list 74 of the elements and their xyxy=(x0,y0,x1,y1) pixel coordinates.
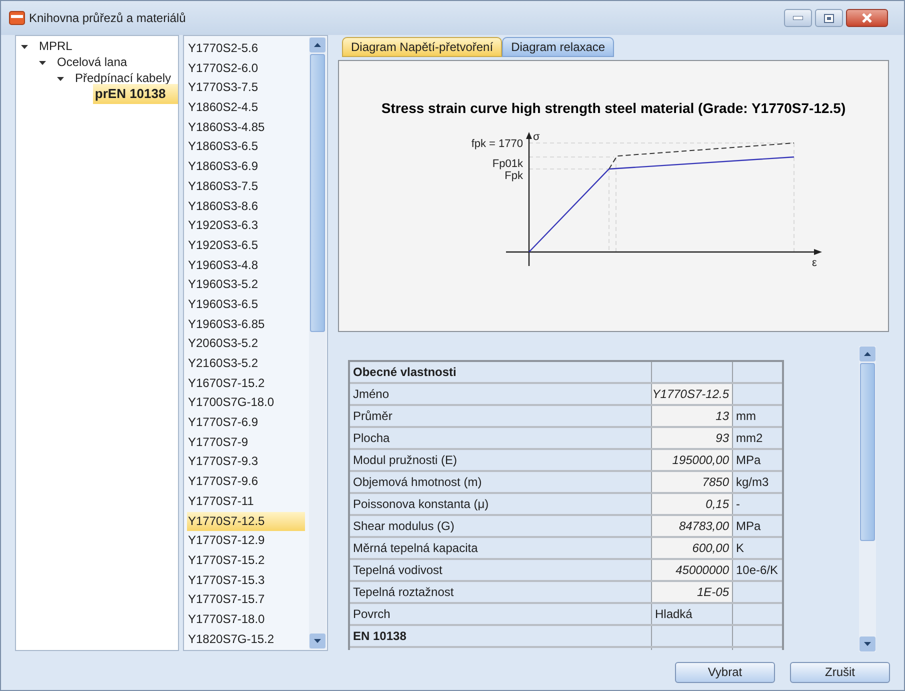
window-title: Knihovna průřezů a materiálů xyxy=(29,10,186,27)
scrollbar[interactable] xyxy=(859,346,876,652)
scroll-up-icon[interactable] xyxy=(859,346,876,362)
dialog-button[interactable]: Zrušit xyxy=(790,662,890,682)
material-item[interactable]: Y1770S7-15.3 xyxy=(187,570,305,590)
material-item[interactable]: Y1770S3-7.5 xyxy=(187,78,305,98)
value-label: fpk = 1770 xyxy=(470,138,522,150)
dialog-button[interactable]: Vybrat xyxy=(675,662,775,682)
value-label: Fp01k xyxy=(492,158,522,170)
app-icon xyxy=(9,10,25,26)
material-item[interactable]: Y1960S3-5.2 xyxy=(187,275,305,295)
material-item[interactable]: Y1920S3-6.3 xyxy=(187,216,305,236)
scroll-thumb[interactable] xyxy=(310,54,325,332)
diagram-title: Stress strain curve high strength steel material (Grade: Y1770S7-12.5) xyxy=(381,99,846,118)
material-item[interactable]: Y1770S7-9.6 xyxy=(187,472,305,492)
tree-item[interactable]: Předpínací kabely xyxy=(73,69,174,87)
value-label: Fpk xyxy=(504,170,522,182)
material-item[interactable]: Y1920S3-6.5 xyxy=(187,236,305,256)
property-value: 13 xyxy=(652,406,733,426)
material-item[interactable]: Y1770S7-6.9 xyxy=(187,413,305,433)
material-item[interactable]: Y1960S3-4.8 xyxy=(187,256,305,276)
material-item[interactable]: Y1770S7-9.3 xyxy=(187,452,305,472)
property-value: Y1770S7-12.5 xyxy=(652,384,733,404)
material-item[interactable]: Y1770S2-6.0 xyxy=(187,58,305,78)
close-button[interactable] xyxy=(846,9,888,27)
material-item[interactable]: Y1770S7-9 xyxy=(187,432,305,452)
minimize-icon xyxy=(793,16,803,20)
tab[interactable]: Diagram Napětí-přetvoření xyxy=(342,37,502,57)
minimize-button[interactable] xyxy=(784,9,812,27)
material-item[interactable]: Y1860S3-6.5 xyxy=(187,137,305,158)
material-item[interactable]: Y1860S3-8.6 xyxy=(187,196,305,216)
material-item[interactable]: Y1860S2-4.5 xyxy=(187,98,305,118)
tree-item[interactable]: Ocelová lana xyxy=(55,53,130,71)
property-label: Tepelná vodivost xyxy=(350,560,652,580)
property-value: 195000,00 xyxy=(652,450,733,470)
tree-item[interactable]: prEN 10138 xyxy=(92,84,178,104)
material-item[interactable]: Y1960S3-6.5 xyxy=(187,294,305,315)
property-value: 7850 xyxy=(652,472,733,492)
property-value: 0,15 xyxy=(652,494,733,514)
close-icon xyxy=(861,13,873,23)
property-value: 45000000 xyxy=(652,560,733,580)
material-item[interactable]: Y1820S7G-15.2 xyxy=(187,630,305,650)
tree-item[interactable]: MPRL xyxy=(37,37,74,55)
material-item[interactable]: Y1770S7-12.5 xyxy=(187,512,305,532)
material-item[interactable]: Y1770S7-15.2 xyxy=(187,550,305,571)
property-label: Jméno xyxy=(350,384,652,404)
tab[interactable]: Diagram relaxace xyxy=(502,37,614,57)
scrollbar[interactable] xyxy=(309,37,326,649)
material-item[interactable]: Y1770S7-11 xyxy=(187,492,305,512)
property-value: 1E-05 xyxy=(652,582,733,602)
property-value: 600,00 xyxy=(652,538,733,558)
maximize-button[interactable] xyxy=(815,9,843,27)
maximize-icon xyxy=(824,14,834,22)
material-item[interactable]: Y2060S3-5.2 xyxy=(187,334,305,354)
scroll-up-icon[interactable] xyxy=(309,37,326,53)
scroll-down-icon[interactable] xyxy=(859,636,876,652)
material-item[interactable]: Y1960S3-6.85 xyxy=(187,314,305,334)
axis-label: σ xyxy=(532,131,540,143)
scroll-thumb[interactable] xyxy=(860,363,875,541)
material-item[interactable]: Y1770S2-5.6 xyxy=(187,39,305,59)
material-item[interactable]: Y2160S3-5.2 xyxy=(187,354,305,374)
material-item[interactable]: Y1860S3-7.5 xyxy=(187,176,305,196)
material-item[interactable]: Y1860S3-4.85 xyxy=(187,118,305,138)
property-value: 84783,00 xyxy=(652,516,733,536)
property-label: Tepelná roztažnost xyxy=(350,582,652,602)
material-item[interactable]: Y1770S7-12.9 xyxy=(187,531,305,551)
material-item[interactable]: Y1770S7-15.7 xyxy=(187,590,305,610)
material-item[interactable]: Y1670S7-15.2 xyxy=(187,374,305,394)
material-item[interactable]: Y1860S3-6.9 xyxy=(187,157,305,177)
axis-label: ε xyxy=(812,257,816,269)
material-item[interactable]: Y1700S7G-18.0 xyxy=(187,393,305,414)
material-item[interactable]: Y1770S7-18.0 xyxy=(187,610,305,630)
property-value: 93 xyxy=(652,428,733,448)
scroll-down-icon[interactable] xyxy=(309,633,326,649)
